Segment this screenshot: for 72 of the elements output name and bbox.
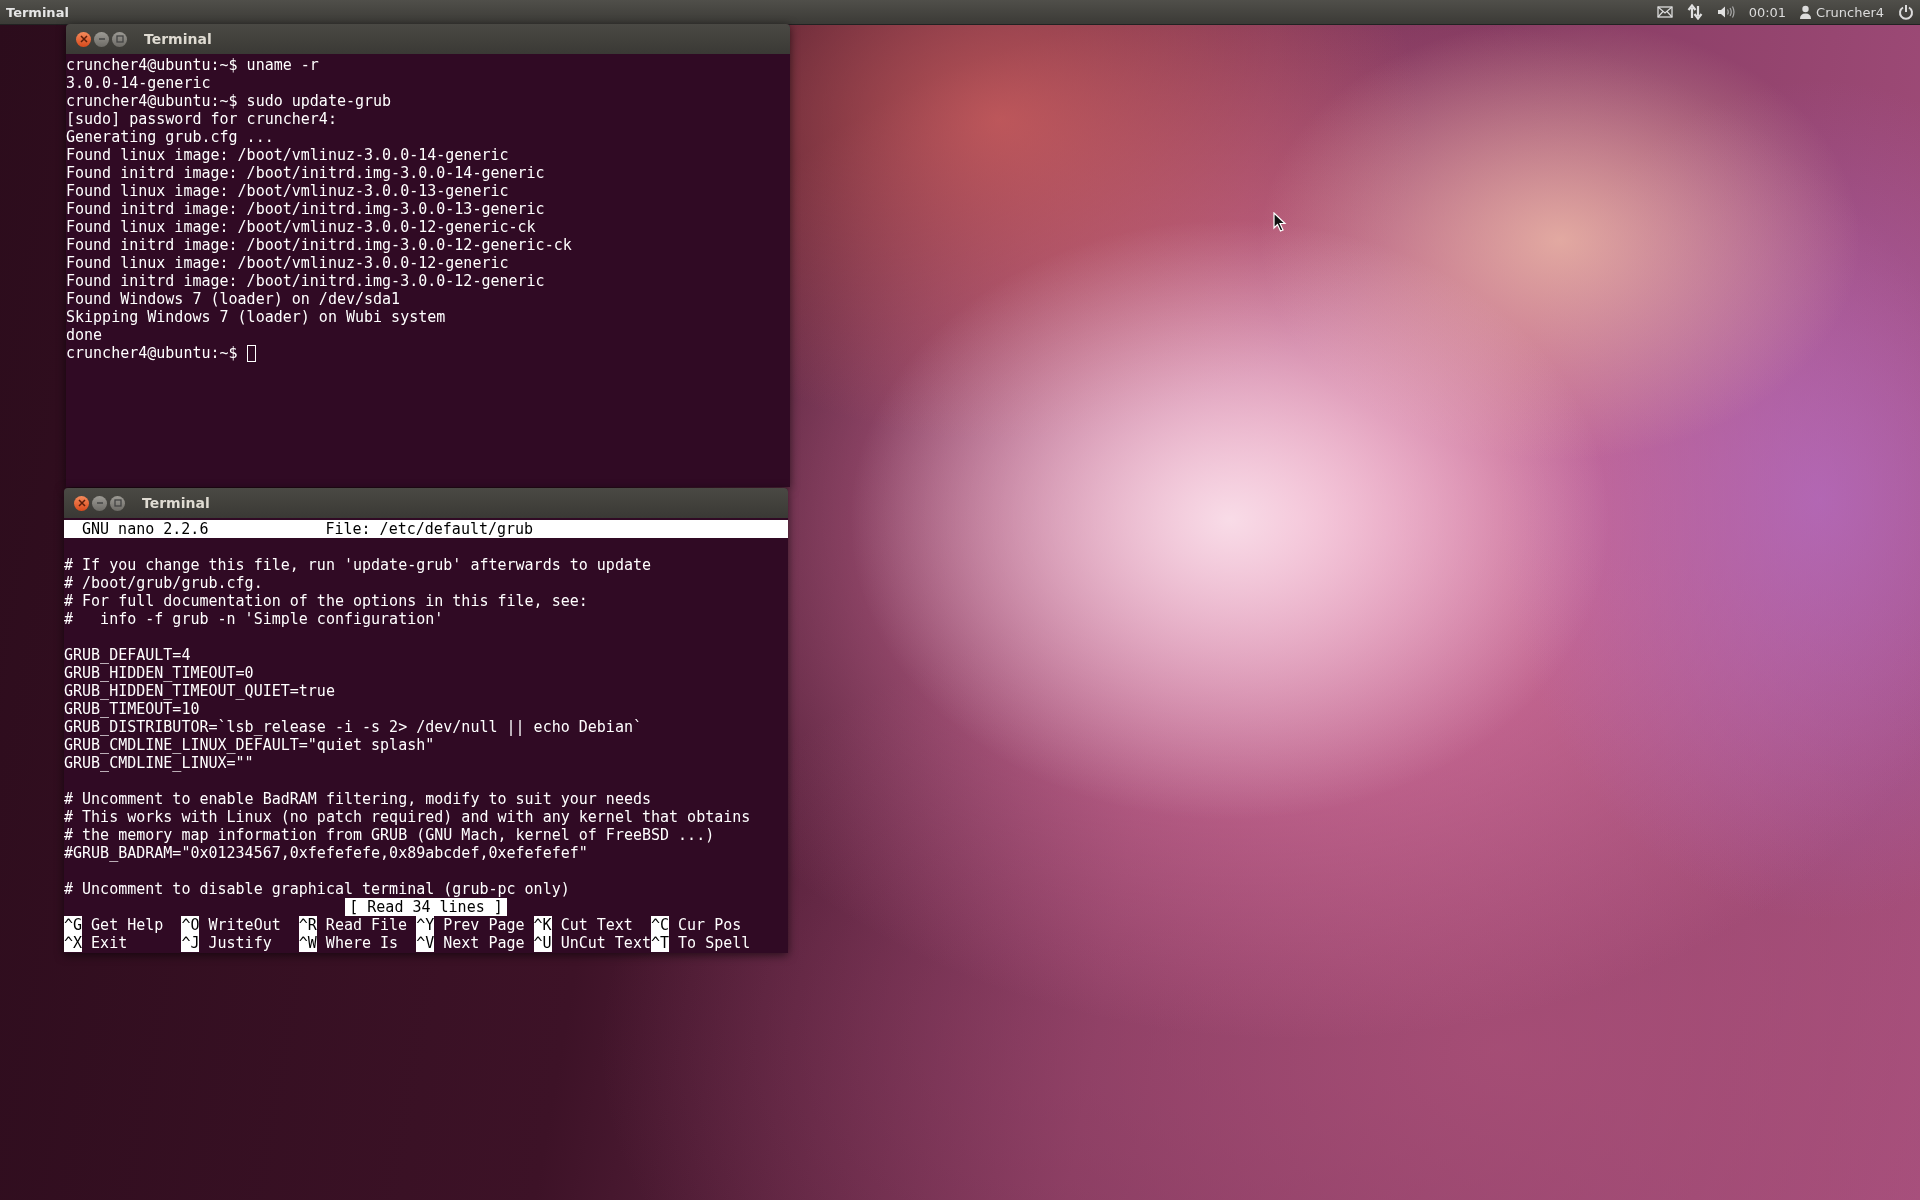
file-line: GRUB_HIDDEN_TIMEOUT=0: [64, 664, 255, 682]
file-line: # This works with Linux (no patch required) and with any kernel that obtains: [64, 808, 752, 826]
window-title: Terminal: [144, 31, 212, 47]
file-line: GRUB_TIMEOUT=10: [64, 700, 201, 718]
close-icon: [77, 499, 86, 507]
file-line: # If you change this file, run 'update-grub' afterwards to update: [64, 556, 652, 574]
terminal-line: Found initrd image: /boot/initrd.img-3.0.0-12-generic: [66, 272, 546, 290]
maximize-icon: [115, 35, 124, 43]
speaker-icon[interactable]: [1716, 5, 1735, 19]
clock[interactable]: 00:01: [1748, 4, 1787, 20]
file-line: GRUB_DISTRIBUTOR=`lsb_release -i -s 2> /dev/null || echo Debian`: [64, 718, 643, 736]
file-line: GRUB_CMDLINE_LINUX_DEFAULT="quiet splash": [64, 736, 436, 754]
file-line: GRUB_HIDDEN_TIMEOUT_QUIET=true: [64, 682, 336, 700]
window-title: Terminal: [142, 495, 210, 511]
terminal-line: Found initrd image: /boot/initrd.img-3.0.0-12-generic-ck: [66, 236, 573, 254]
shortcut-item[interactable]: ^R Read File: [298, 916, 417, 934]
terminal-line: Found initrd image: /boot/initrd.img-3.0.0-14-generic: [66, 164, 546, 182]
shell-prompt: cruncher4@ubuntu:~$: [66, 344, 238, 362]
shortcut-item[interactable]: ^W Where Is: [298, 934, 417, 952]
file-line: # the memory map information from GRUB (GNU Mach, kernel of FreeBSD ...): [64, 826, 716, 844]
shortcut-item[interactable]: ^T To Spell: [650, 934, 769, 952]
network-arrows-icon[interactable]: [1686, 4, 1703, 20]
terminal-line: [sudo] password for cruncher4:: [66, 110, 338, 128]
text-cursor: [246, 344, 256, 362]
file-line: #GRUB_BADRAM="0x01234567,0xfefefefe,0x89abcdef,0xefefefef": [64, 844, 589, 862]
person-icon: [1800, 5, 1812, 19]
file-line: # /boot/grub/grub.cfg.: [64, 574, 264, 592]
maximize-icon: [113, 499, 122, 507]
user-name[interactable]: Cruncher4: [1816, 4, 1884, 20]
terminal-line: cruncher4@ubuntu:~$ sudo update-grub: [66, 92, 393, 110]
shortcut-item[interactable]: ^O WriteOut: [181, 916, 299, 934]
shortcut-item[interactable]: ^C Cur Pos: [650, 916, 769, 934]
terminal-line: Generating grub.cfg ...: [66, 128, 275, 146]
file-line: GRUB_CMDLINE_LINUX="": [64, 754, 255, 772]
terminal-line: Found Windows 7 (loader) on /dev/sda1: [66, 290, 402, 308]
file-line: # For full documentation of the options in this file, see:: [64, 592, 589, 610]
maximize-button[interactable]: [110, 495, 125, 511]
file-line: GRUB_DEFAULT=4: [64, 646, 192, 664]
shortcut-item[interactable]: ^G Get Help: [64, 916, 182, 934]
close-icon: [79, 35, 88, 43]
terminal-line: Found linux image: /boot/vmlinuz-3.0.0-13-generic: [66, 182, 510, 200]
app-title: Terminal: [6, 4, 69, 20]
file-line: # Uncomment to disable graphical terminal (grub-pc only): [64, 880, 571, 898]
shortcut-item[interactable]: ^U UnCut Text: [533, 934, 651, 952]
shortcut-item[interactable]: ^K Cut Text: [533, 916, 651, 934]
shortcut-item[interactable]: ^J Justify: [181, 934, 299, 952]
nano-version: GNU nano 2.2.6: [82, 520, 209, 538]
minimize-icon: [95, 499, 104, 507]
terminal-line: 3.0.0-14-generic: [66, 74, 212, 92]
maximize-button[interactable]: [112, 31, 127, 47]
close-button[interactable]: [76, 31, 91, 47]
terminal-line: Found linux image: /boot/vmlinuz-3.0.0-14-generic: [66, 146, 510, 164]
power-icon[interactable]: [1898, 4, 1914, 20]
terminal-line: Found linux image: /boot/vmlinuz-3.0.0-12-generic: [66, 254, 510, 272]
terminal-line: Found initrd image: /boot/initrd.img-3.0.0-13-generic: [66, 200, 546, 218]
shortcut-item[interactable]: ^V Next Page: [416, 934, 534, 952]
shortcut-item[interactable]: ^X Exit: [64, 934, 182, 952]
terminal-line: cruncher4@ubuntu:~$ uname -r: [66, 56, 320, 74]
shortcut-item[interactable]: ^Y Prev Page: [416, 916, 534, 934]
file-line: # info -f grub -n 'Simple configuration': [64, 610, 445, 628]
terminal-line: Found linux image: /boot/vmlinuz-3.0.0-12-generic-ck: [66, 218, 537, 236]
minimize-button[interactable]: [94, 31, 109, 47]
minimize-button[interactable]: [92, 495, 107, 511]
terminal-line: Skipping Windows 7 (loader) on Wubi system: [66, 308, 447, 326]
file-line: # Uncomment to enable BadRAM filtering, modify to suit your needs: [64, 790, 652, 808]
mail-icon[interactable]: [1656, 6, 1673, 18]
minimize-icon: [97, 35, 106, 43]
terminal-line: done: [66, 326, 104, 344]
status-message: [ Read 34 lines ]: [345, 898, 507, 916]
close-button[interactable]: [74, 495, 89, 511]
mouse-pointer-icon: [1273, 212, 1287, 232]
file-name: File: /etc/default/grub: [325, 520, 534, 538]
